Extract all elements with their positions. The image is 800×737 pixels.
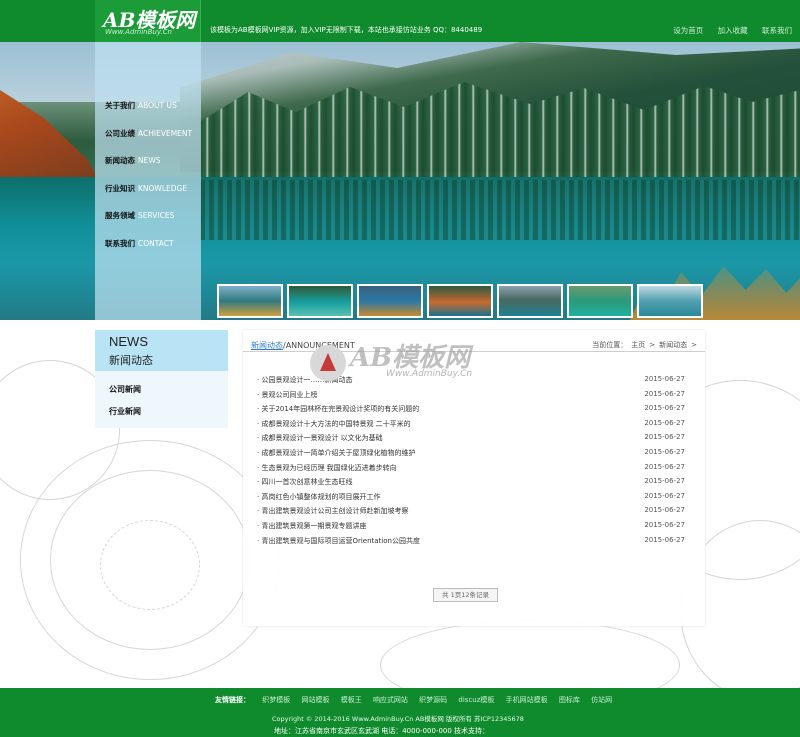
news-item[interactable]: · 青出建筑景观第一期景观专题讲座 2015-06-27 [257, 520, 697, 535]
logo-subtext: Www.AdminBuy.Cn [105, 28, 172, 36]
friend-link[interactable]: 网站模板 [301, 696, 329, 704]
news-date: 2015-06-27 [644, 535, 685, 544]
news-date: 2015-06-27 [644, 375, 685, 383]
news-date: 2015-06-27 [644, 447, 685, 456]
news-sidebar: NEWS 新闻动态 公司新闻 行业新闻 [95, 330, 228, 428]
watermark-triangle-icon [320, 353, 336, 371]
friend-link[interactable]: 模板王 [341, 696, 362, 704]
friend-link[interactable]: 手机网站模板 [506, 696, 548, 704]
news-list: · 公园景观设计一……新闻动态 2015-06-27 · 景观公司同业上榜 2015… [257, 374, 697, 549]
sidebar-item-company-news[interactable]: 公司新闻 [109, 384, 141, 395]
friend-link[interactable]: 织梦模板 [262, 696, 290, 704]
banner-thumbnails [217, 284, 707, 318]
news-date: 2015-06-27 [644, 462, 685, 471]
friend-links-label: 友情链接： [215, 696, 250, 704]
friend-link[interactable]: 图标库 [559, 696, 580, 704]
top-bar: AB模板网 Www.AdminBuy.Cn 该模板为AB模板网VIP资源，加入V… [0, 0, 800, 42]
news-date: 2015-06-27 [644, 418, 685, 427]
friend-link[interactable]: 响应式网站 [373, 696, 408, 704]
nav-item-services[interactable]: 服务领域 SERVICES [105, 210, 174, 221]
news-item[interactable]: · 成都景观设计一景观设计 以文化为基础 2015-06-27 [257, 432, 697, 447]
footer: 友情链接： 织梦模板 网站模板 模板王 响应式网站 织梦源码 discuz模板 … [0, 688, 800, 737]
thumbnail-7[interactable] [637, 284, 703, 318]
footer-address: 地址：江苏省南京市玄武区玄武湖 电话：4000-000-000 技术支持： [274, 727, 490, 735]
friend-link[interactable]: 仿站网 [591, 696, 612, 704]
add-favorite-link[interactable]: 加入收藏 [718, 26, 748, 35]
news-item[interactable]: · 四川一首次创意林业生态旺线 2015-06-27 [257, 476, 697, 491]
friend-link[interactable]: discuz模板 [458, 696, 494, 704]
pagination[interactable]: 共 1页12条记录 [433, 588, 498, 602]
sidebar-title-cn: 新闻动态 [109, 354, 153, 367]
thumbnail-5[interactable] [497, 284, 563, 318]
contact-us-link[interactable]: 联系我们 [762, 26, 792, 35]
news-date: 2015-06-27 [644, 433, 685, 442]
news-item[interactable]: · 关于2014年园林杯在完景观设计奖项的有关问题的 2015-06-27 [257, 403, 697, 418]
thumbnail-4[interactable] [427, 284, 493, 318]
sidebar-header: NEWS 新闻动态 [95, 330, 228, 371]
news-title[interactable]: · 成都景观设计一景观设计 以文化为基础 [257, 433, 383, 443]
news-date: 2015-06-27 [644, 389, 685, 398]
news-item[interactable]: · 生态景观为已经历理 我国绿化迈进着步转向 2015-06-27 [257, 462, 697, 477]
banner-reflection [200, 180, 800, 240]
news-title[interactable]: · 成都景观设计一简单介绍关于屋顶绿化植物的维护 [257, 448, 415, 458]
breadcrumb-label: 当前位置： [592, 341, 628, 349]
news-item[interactable]: · 景观公司同业上榜 2015-06-27 [257, 389, 697, 404]
breadcrumb-separator: > [691, 341, 697, 349]
news-item[interactable]: · 青出建筑景观设计公司主创设计师赴新加坡考察 2015-06-27 [257, 505, 697, 520]
news-title[interactable]: · 生态景观为已经历理 我国绿化迈进着步转向 [257, 463, 397, 473]
nav-item-knowledge[interactable]: 行业知识 KNOWLEDGE [105, 183, 187, 194]
news-title[interactable]: · 成都景观设计十大方法的中国特景观 二十平米的 [257, 419, 411, 429]
top-links: 设为首页 加入收藏 联系我们 [661, 25, 792, 36]
breadcrumb-separator: > [649, 341, 656, 349]
nav-item-news[interactable]: 新闻动态 NEWS [105, 155, 161, 166]
news-title[interactable]: · 青出建筑景观设计公司主创设计师赴新加坡考察 [257, 506, 408, 516]
news-item[interactable]: · 成都景观设计十大方法的中国特景观 二十平米的 2015-06-27 [257, 418, 697, 433]
friend-links: 友情链接： 织梦模板 网站模板 模板王 响应式网站 织梦源码 discuz模板 … [215, 695, 621, 705]
news-date: 2015-06-27 [644, 404, 685, 413]
logo[interactable]: AB模板网 Www.AdminBuy.Cn [95, 0, 201, 42]
sidebar-item-industry-news[interactable]: 行业新闻 [109, 406, 141, 417]
breadcrumb-home[interactable]: 主页 [631, 341, 645, 349]
sidebar-title-en: NEWS [109, 334, 148, 349]
news-title[interactable]: · 四川一首次创意林业生态旺线 [257, 477, 352, 487]
main-nav: 关于我们 ABOUT US 公司业绩 ACHIEVEMENT 新闻动态 NEWS 行业… [95, 42, 201, 320]
news-title[interactable]: · 景观公司同业上榜 [257, 390, 317, 400]
news-item[interactable]: · 成都景观设计一简单介绍关于屋顶绿化植物的维护 2015-06-27 [257, 447, 697, 462]
nav-item-contact[interactable]: 联系我们 CONTACT [105, 238, 174, 249]
top-notice: 该模板为AB模板网VIP资源，加入VIP无限制下载，本站也承接仿站业务 QQ：8… [210, 26, 483, 34]
news-date: 2015-06-27 [644, 491, 685, 500]
news-title[interactable]: · 高岗红色小镇整体规划的项目展开工作 [257, 492, 380, 502]
news-item[interactable]: · 青出建筑景观与国际项目运营Orientation公园共度 2015-06-27 [257, 535, 697, 550]
news-date: 2015-06-27 [644, 506, 685, 515]
content-title-cn[interactable]: 新闻动态 [251, 341, 283, 350]
nav-item-achievement[interactable]: 公司业绩 ACHIEVEMENT [105, 128, 192, 139]
news-item[interactable]: · 高岗红色小镇整体规划的项目展开工作 2015-06-27 [257, 491, 697, 506]
breadcrumb-news[interactable]: 新闻动态 [659, 341, 687, 349]
sketch-decoration [380, 620, 680, 688]
news-title[interactable]: · 青出建筑景观第一期景观专题讲座 [257, 521, 366, 531]
news-title[interactable]: · 关于2014年园林杯在完景观设计奖项的有关问题的 [257, 404, 419, 414]
thumbnail-6[interactable] [567, 284, 633, 318]
thumbnail-1[interactable] [217, 284, 283, 318]
footer-copyright: Copyright © 2014-2016 Www.AdminBuy.Cn AB… [272, 715, 524, 723]
watermark-logo: AB模板网 Www.AdminBuy.Cn [310, 337, 510, 387]
news-title[interactable]: · 青出建筑景观与国际项目运营Orientation公园共度 [257, 536, 420, 546]
news-date: 2015-06-27 [644, 477, 685, 486]
thumbnail-2[interactable] [287, 284, 353, 318]
set-homepage-link[interactable]: 设为首页 [673, 26, 703, 35]
friend-link[interactable]: 织梦源码 [419, 696, 447, 704]
thumbnail-3[interactable] [357, 284, 423, 318]
news-date: 2015-06-27 [644, 520, 685, 529]
watermark-subtext: Www.AdminBuy.Cn [386, 369, 473, 379]
breadcrumb: 当前位置： 主页 > 新闻动态 > [588, 340, 697, 350]
nav-item-about[interactable]: 关于我们 ABOUT US [105, 100, 177, 111]
sketch-decoration [100, 520, 200, 610]
